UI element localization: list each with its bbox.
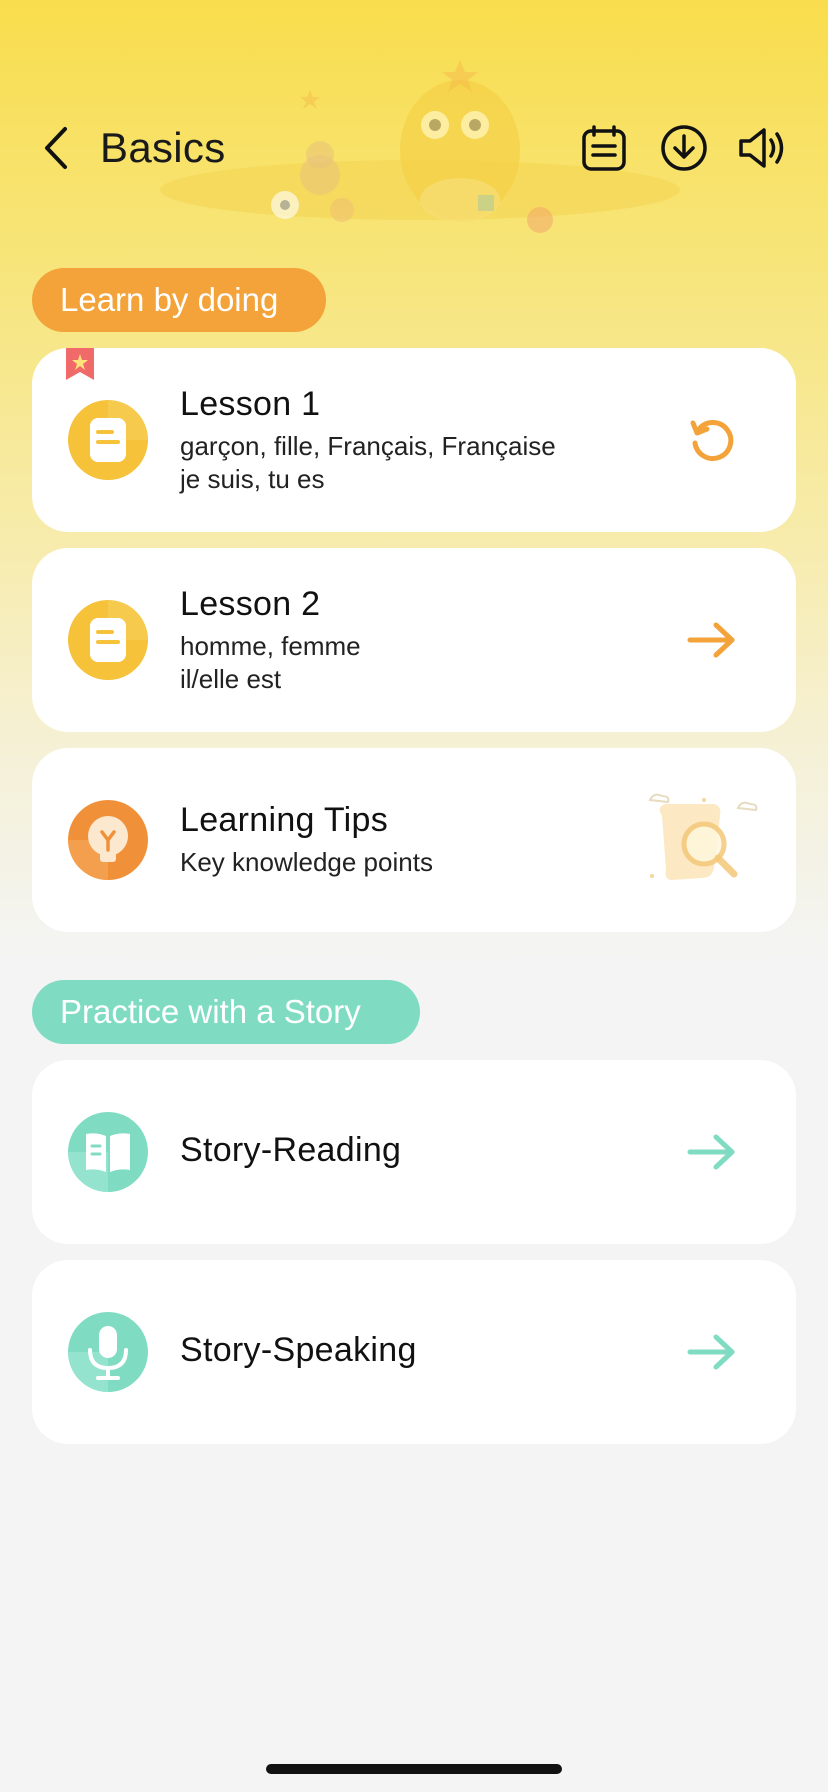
lesson-title: Lesson 1 <box>180 385 321 423</box>
bookmark-star-icon <box>66 348 94 380</box>
story-reading-card[interactable]: Story-Reading <box>32 1060 796 1244</box>
lesson-subtitle: garçon, fille, Français, Française je su… <box>180 431 556 494</box>
arrow-right-icon <box>687 1134 735 1170</box>
lightbulb-icon <box>68 800 148 880</box>
lesson-doc-icon <box>68 400 148 480</box>
notepad-icon <box>582 125 626 171</box>
book-icon <box>68 1112 148 1192</box>
lesson-subtitle: homme, femme il/elle est <box>180 631 361 694</box>
go-button[interactable] <box>684 1326 740 1378</box>
home-indicator[interactable] <box>266 1764 562 1774</box>
story-speaking-card[interactable]: Story-Speaking <box>32 1260 796 1444</box>
chevron-left-icon <box>45 127 67 169</box>
section-tag-practice: Practice with a Story <box>32 980 420 1044</box>
top-bar: Basics <box>0 108 828 188</box>
section-tag-learn: Learn by doing <box>32 268 326 332</box>
download-button[interactable] <box>656 120 712 176</box>
speaker-icon <box>739 128 784 168</box>
download-circle-icon <box>661 125 707 171</box>
tips-subtitle: Key knowledge points <box>180 847 433 877</box>
learning-tips-card[interactable]: Learning Tips Key knowledge points <box>32 748 796 932</box>
sound-button[interactable] <box>734 120 790 176</box>
go-button[interactable] <box>684 614 740 666</box>
notes-button[interactable] <box>576 120 632 176</box>
go-button[interactable] <box>684 1126 740 1178</box>
replay-icon <box>690 420 734 461</box>
lesson-card-2[interactable]: Lesson 2 homme, femme il/elle est <box>32 548 796 732</box>
replay-button[interactable] <box>684 414 740 466</box>
story-title: Story-Reading <box>180 1131 402 1169</box>
arrow-right-icon <box>687 1334 735 1370</box>
lesson-title: Lesson 2 <box>180 585 321 623</box>
arrow-right-icon <box>687 622 735 658</box>
microphone-icon <box>68 1312 148 1392</box>
scroll-magnifier-icon <box>648 793 758 880</box>
story-title: Story-Speaking <box>180 1331 417 1369</box>
back-button[interactable] <box>32 122 80 174</box>
page-title: Basics <box>100 124 226 171</box>
lesson-doc-icon <box>68 600 148 680</box>
tips-title: Learning Tips <box>180 801 389 839</box>
lesson-card-1[interactable]: Lesson 1 garçon, fille, Français, França… <box>32 348 796 532</box>
